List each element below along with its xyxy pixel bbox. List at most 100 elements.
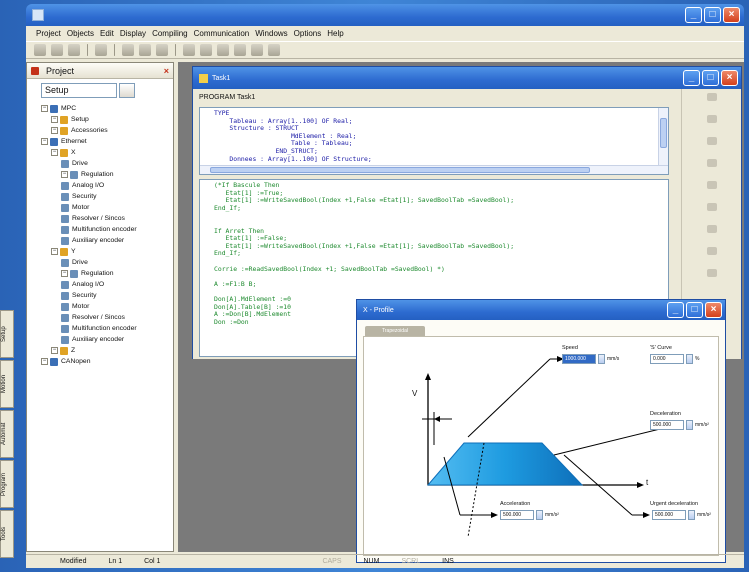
side-tab-motion[interactable]: Motion [0,360,14,408]
tree-expander-icon[interactable]: − [51,248,58,255]
print-icon[interactable] [95,44,107,56]
tree-expander-icon[interactable]: − [41,138,48,145]
tree-item[interactable]: Analog I/O [41,180,171,191]
urgent-deceleration-spinner[interactable] [688,509,695,520]
deceleration-spinner[interactable] [686,419,693,430]
task-maximize-button[interactable]: □ [702,70,719,86]
tree-item[interactable]: − CANopen [41,356,171,367]
tree-item[interactable]: Resolver / Sincos [41,312,171,323]
scurve-spinner[interactable] [686,353,693,364]
tree-expander-icon[interactable]: − [61,171,68,178]
deceleration-field[interactable]: 500.000 mm/s² [650,419,709,430]
close-panel-icon[interactable]: × [164,66,169,76]
tree-expander-icon[interactable]: − [51,116,58,123]
menu-item-edit[interactable]: Edit [100,29,114,38]
menu-item-display[interactable]: Display [120,29,146,38]
scurve-field[interactable]: 0.000 % [650,353,699,364]
tree-item[interactable]: Security [41,290,171,301]
tree-item[interactable]: Analog I/O [41,279,171,290]
menu-item-compiling[interactable]: Compiling [152,29,188,38]
tree-item[interactable]: Motor [41,202,171,213]
help-icon[interactable] [183,44,195,56]
copy-icon[interactable] [122,44,134,56]
speed-spinner[interactable] [598,353,605,364]
task-close-button[interactable]: × [721,70,738,86]
tree-expander-icon[interactable]: − [41,105,48,112]
profile-maximize-button[interactable]: □ [686,302,703,318]
menu-item-project[interactable]: Project [36,29,61,38]
upload-icon[interactable] [234,44,246,56]
tree-item[interactable]: − X [41,147,171,158]
declaration-editor[interactable]: TYPE Tableau : Array[1..100] OF Real; St… [199,107,669,175]
connect-icon[interactable] [251,44,263,56]
paste-icon[interactable] [156,44,168,56]
tree-item[interactable]: Security [41,191,171,202]
profile-minimize-button[interactable]: _ [667,302,684,318]
menu-item-help[interactable]: Help [327,29,343,38]
tree-item[interactable]: − Regulation [41,169,171,180]
tree-expander-icon[interactable]: − [51,347,58,354]
tree-item[interactable]: Auxiliary encoder [41,334,171,345]
right-tool-button[interactable] [690,93,734,111]
tree-item[interactable]: − Accessories [41,125,171,136]
deceleration-input[interactable]: 500.000 [650,419,684,430]
profile-close-button[interactable]: × [705,302,722,318]
right-tool-button[interactable] [690,137,734,155]
speed-input[interactable]: 1000.000 [562,353,596,364]
maximize-button[interactable]: □ [704,7,721,23]
cut-icon[interactable] [139,44,151,56]
tree-expander-icon[interactable]: − [51,127,58,134]
side-tab-setup[interactable]: Setup [0,310,14,358]
side-tab-tools[interactable]: Tools [0,510,14,558]
tree-item[interactable]: Motor [41,301,171,312]
acceleration-spinner[interactable] [536,509,543,520]
setup-edit-button[interactable] [119,82,135,98]
menu-item-windows[interactable]: Windows [255,29,287,38]
setup-combo[interactable]: Setup [41,82,117,98]
tree-expander-icon[interactable]: − [51,149,58,156]
right-tool-button[interactable] [690,269,734,287]
download-icon[interactable] [217,44,229,56]
save-icon[interactable] [68,44,80,56]
menu-item-options[interactable]: Options [294,29,322,38]
scroll-thumb[interactable] [660,118,667,148]
menu-item-objects[interactable]: Objects [67,29,94,38]
minimize-button[interactable]: _ [685,7,702,23]
tree-item[interactable]: − Regulation [41,268,171,279]
tree-item[interactable]: Drive [41,257,171,268]
right-tool-button[interactable] [690,225,734,243]
scurve-input[interactable]: 0.000 [650,353,684,364]
right-tool-button[interactable] [690,247,734,265]
tree-item[interactable]: − Setup [41,114,171,125]
side-tab-program[interactable]: Program [0,460,14,508]
new-icon[interactable] [34,44,46,56]
declaration-hscrollbar[interactable] [200,165,668,174]
tree-expander-icon[interactable]: − [61,270,68,277]
speed-field[interactable]: 1000.000 mm/s [562,353,619,364]
right-tool-button[interactable] [690,159,734,177]
tree-item[interactable]: − Z [41,345,171,356]
tree-item[interactable]: − Ethernet [41,136,171,147]
right-tool-button[interactable] [690,115,734,133]
settings-icon[interactable] [268,44,280,56]
tree-item[interactable]: Drive [41,158,171,169]
urgent-deceleration-input[interactable]: 500.000 [652,509,686,520]
tree-item[interactable]: Resolver / Sincos [41,213,171,224]
menu-item-communication[interactable]: Communication [194,29,250,38]
compile-icon[interactable] [200,44,212,56]
tree-item[interactable]: Multifunction encoder [41,323,171,334]
tree-item[interactable]: Multifunction encoder [41,224,171,235]
right-tool-button[interactable] [690,181,734,199]
profile-type-tab[interactable]: Trapezoidal [365,326,425,336]
acceleration-field[interactable]: 500.000 mm/s² [500,509,559,520]
tree-item[interactable]: − Y [41,246,171,257]
side-tab-automat[interactable]: Automat [0,410,14,458]
scroll-thumb[interactable] [210,167,590,173]
tree-item[interactable]: − MPC [41,103,171,114]
tree-expander-icon[interactable]: − [41,358,48,365]
tree-item[interactable]: Auxiliary encoder [41,235,171,246]
right-tool-button[interactable] [690,203,734,221]
close-button[interactable]: × [723,7,740,23]
task-minimize-button[interactable]: _ [683,70,700,86]
urgent-deceleration-field[interactable]: 500.000 mm/s² [652,509,711,520]
